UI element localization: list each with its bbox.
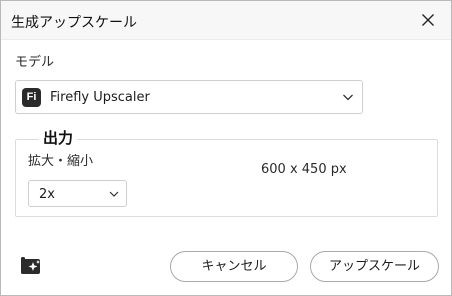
model-dropdown[interactable]: Fi Firefly Upscaler xyxy=(15,80,363,114)
output-legend: 出力 xyxy=(39,127,78,148)
output-size-readout: 600 x 450 px xyxy=(261,162,347,177)
model-label: モデル xyxy=(15,55,55,70)
chevron-down-icon xyxy=(343,94,353,101)
scale-selected-value: 2x xyxy=(39,187,55,202)
sparkle-image-icon[interactable] xyxy=(21,256,43,276)
upscale-dialog: 生成アップスケール モデル Fi Firefly Upscaler 出力 拡大・… xyxy=(0,0,452,296)
close-button[interactable] xyxy=(411,5,445,35)
firefly-logo-icon: Fi xyxy=(22,88,41,107)
chevron-down-icon xyxy=(109,191,119,197)
title-bar: 生成アップスケール xyxy=(1,1,451,40)
scale-label: 拡大・縮小 xyxy=(28,154,94,169)
upscale-button[interactable]: アップスケール xyxy=(310,251,439,282)
close-icon xyxy=(422,14,434,26)
cancel-button[interactable]: キャンセル xyxy=(170,251,298,282)
scale-dropdown[interactable]: 2x xyxy=(28,180,127,207)
model-selected-value: Firefly Upscaler xyxy=(50,90,150,105)
dialog-title: 生成アップスケール xyxy=(11,15,137,31)
